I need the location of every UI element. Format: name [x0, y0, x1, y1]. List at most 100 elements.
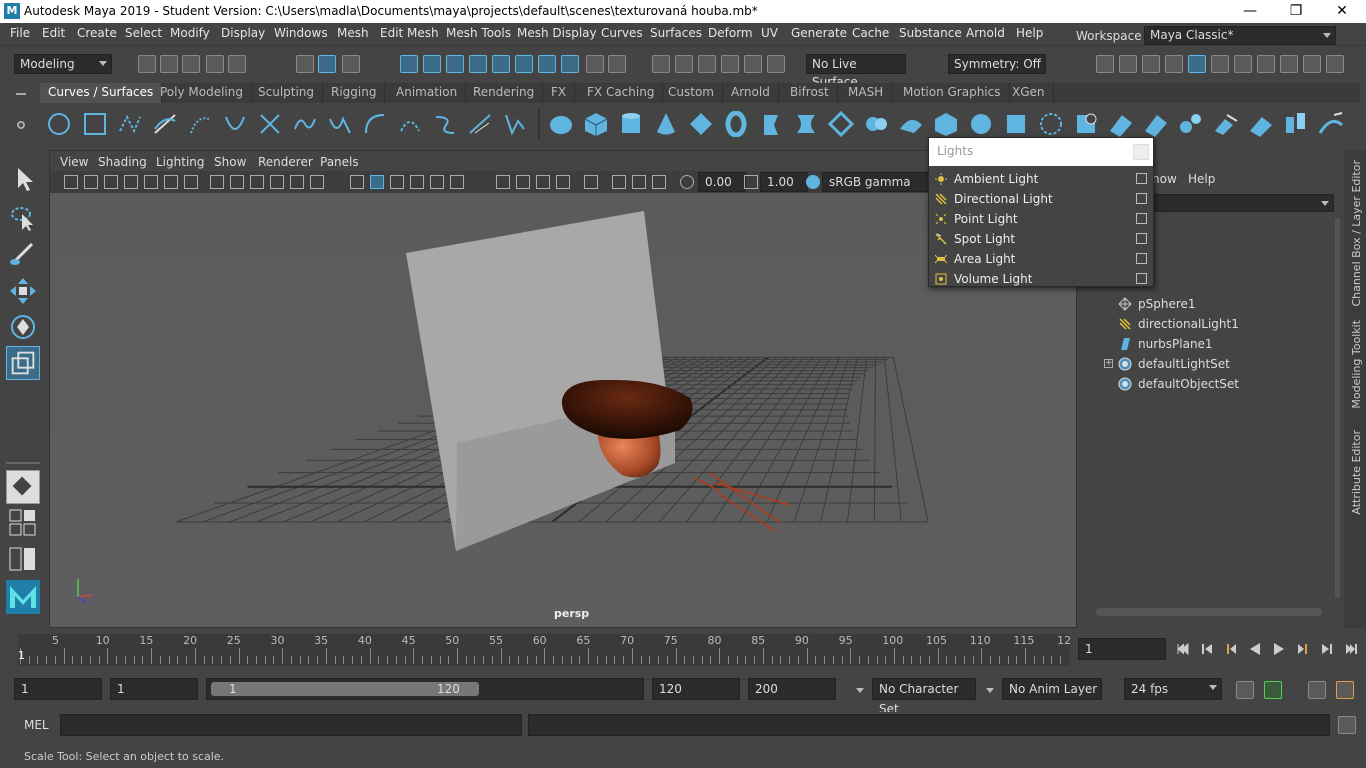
align-surfaces-icon[interactable]: [1248, 111, 1274, 137]
outliner-item-defaultlightset[interactable]: defaultLightSet: [1138, 357, 1230, 371]
outliner-scrollbar[interactable]: [1335, 218, 1340, 598]
depth-of-field-icon[interactable]: [556, 175, 570, 189]
channel-box-toggle-icon[interactable]: [1326, 55, 1344, 73]
pick-mask-misc-icon[interactable]: [561, 55, 579, 73]
menu-deform[interactable]: Deform: [708, 26, 753, 40]
bevel-plus-icon[interactable]: [933, 111, 959, 137]
attach-curves-icon[interactable]: [292, 111, 318, 137]
character-icon[interactable]: [1336, 681, 1354, 699]
step-forward-frame-icon[interactable]: [1320, 642, 1334, 656]
project-curve-icon[interactable]: [1038, 111, 1064, 137]
reverse-curve-icon[interactable]: [432, 111, 458, 137]
menu-help[interactable]: Help: [1016, 26, 1043, 40]
bookmark-icon[interactable]: [104, 175, 118, 189]
menu-item-area-light[interactable]: Area Light: [929, 249, 1153, 269]
xray-active-icon[interactable]: [632, 175, 646, 189]
hypershade-icon[interactable]: [1188, 55, 1206, 73]
open-close-surfaces-icon[interactable]: [1283, 111, 1309, 137]
pick-mask-curves-icon[interactable]: [446, 55, 464, 73]
menu-curves[interactable]: Curves: [601, 26, 643, 40]
menu-create[interactable]: Create: [77, 26, 117, 40]
paint-select-tool-icon[interactable]: [6, 238, 40, 272]
option-box[interactable]: [1136, 273, 1147, 284]
attach-surfaces-icon[interactable]: [1178, 111, 1204, 137]
birail-icon[interactable]: [898, 111, 924, 137]
untrim-icon[interactable]: [1143, 111, 1169, 137]
menu-mesh[interactable]: Mesh: [337, 26, 369, 40]
save-scene-icon[interactable]: [182, 55, 200, 73]
menu-mesh-tools[interactable]: Mesh Tools: [446, 26, 511, 40]
go-to-end-icon[interactable]: [1344, 642, 1358, 656]
pick-mask-deformations-icon[interactable]: [492, 55, 510, 73]
vp-menu-show[interactable]: Show: [214, 155, 246, 169]
tab-curves-surfaces[interactable]: Curves / Surfaces: [40, 83, 163, 103]
wireframe-on-shaded-icon[interactable]: [390, 175, 404, 189]
step-forward-key-icon[interactable]: [1296, 642, 1310, 656]
snap-to-point-icon[interactable]: [698, 55, 716, 73]
color-management-icon[interactable]: [806, 175, 820, 189]
shadows-icon[interactable]: [450, 175, 464, 189]
pick-mask-rendering-icon[interactable]: [538, 55, 556, 73]
menu-display[interactable]: Display: [221, 26, 265, 40]
menu-item-spot-light[interactable]: Spot Light: [929, 229, 1153, 249]
modeling-toolkit-icon[interactable]: [1257, 55, 1275, 73]
extrude-icon[interactable]: [863, 111, 889, 137]
extend-curve-icon[interactable]: [467, 111, 493, 137]
playback-end-field[interactable]: 120: [652, 678, 740, 700]
arc-icon[interactable]: [362, 111, 388, 137]
close-icon[interactable]: [1133, 144, 1149, 160]
tab-bifrost[interactable]: Bifrost: [782, 83, 838, 103]
snap-to-curve-icon[interactable]: [675, 55, 693, 73]
outliner-menu-help[interactable]: Help: [1188, 172, 1215, 186]
outliner-hscrollbar[interactable]: [1096, 608, 1322, 616]
detach-surfaces-icon[interactable]: [1213, 111, 1239, 137]
render-settings-icon[interactable]: [1165, 55, 1183, 73]
character-set-field[interactable]: No Character Set: [872, 678, 976, 716]
range-slider[interactable]: 1 120: [206, 678, 644, 700]
live-surface-field[interactable]: No Live Surface: [806, 54, 906, 89]
film-gate-icon[interactable]: [210, 175, 224, 189]
safe-title-icon[interactable]: [310, 175, 324, 189]
isolate-select-icon[interactable]: [584, 175, 598, 189]
current-frame-field[interactable]: 1: [1078, 638, 1166, 660]
tab-channel-box[interactable]: Channel Box / Layer Editor: [1350, 160, 1363, 307]
curve-intersect-icon[interactable]: [257, 111, 283, 137]
snap-together-icon[interactable]: [767, 55, 785, 73]
tab-fx[interactable]: FX: [543, 83, 576, 103]
tab-custom[interactable]: Custom: [660, 83, 723, 103]
single-perspective-view-button[interactable]: [6, 470, 40, 504]
tab-xgen[interactable]: XGen: [1004, 83, 1054, 103]
sculpting-tools-icon[interactable]: [1280, 55, 1298, 73]
vp-menu-lighting[interactable]: Lighting: [156, 155, 205, 169]
outliner-menu-show[interactable]: how: [1152, 172, 1177, 186]
lights-popup-title-bar[interactable]: Lights: [929, 138, 1153, 166]
ep-curve-icon[interactable]: [152, 111, 178, 137]
menu-item-directional-light[interactable]: Directional Light: [929, 189, 1153, 209]
restore-button[interactable]: ❐: [1273, 0, 1319, 23]
menu-cache[interactable]: Cache: [852, 26, 889, 40]
nurbs-cylinder-icon[interactable]: [618, 111, 644, 137]
anim-layer-field[interactable]: No Anim Layer: [1002, 678, 1102, 700]
menu-edit-mesh[interactable]: Edit Mesh: [380, 26, 439, 40]
outliner-item-defaultobjectset[interactable]: defaultObjectSet: [1138, 377, 1239, 391]
menu-icon[interactable]: [16, 93, 26, 95]
auto-key-icon[interactable]: [1264, 681, 1282, 699]
select-by-component-icon[interactable]: [342, 55, 360, 73]
command-input[interactable]: [60, 714, 522, 736]
safe-action-icon[interactable]: [290, 175, 304, 189]
animation-start-field[interactable]: 1: [14, 678, 102, 700]
textured-icon[interactable]: [410, 175, 424, 189]
chevron-down-icon[interactable]: [856, 688, 864, 693]
tab-poly-modeling[interactable]: Poly Modeling: [152, 83, 252, 103]
expand-icon[interactable]: +: [1104, 359, 1113, 368]
vp-menu-view[interactable]: View: [60, 155, 88, 169]
outliner-item-psphere1[interactable]: pSphere1: [1138, 297, 1196, 311]
rotate-tool-icon[interactable]: [6, 310, 40, 344]
tab-attribute-editor[interactable]: Attribute Editor: [1350, 430, 1363, 515]
undo-icon[interactable]: [206, 55, 224, 73]
new-scene-icon[interactable]: [138, 55, 156, 73]
nurbs-circle-icon[interactable]: [46, 111, 72, 137]
use-all-lights-icon[interactable]: [430, 175, 444, 189]
render-view-icon[interactable]: [1096, 55, 1114, 73]
light-editor-icon[interactable]: [1234, 55, 1252, 73]
